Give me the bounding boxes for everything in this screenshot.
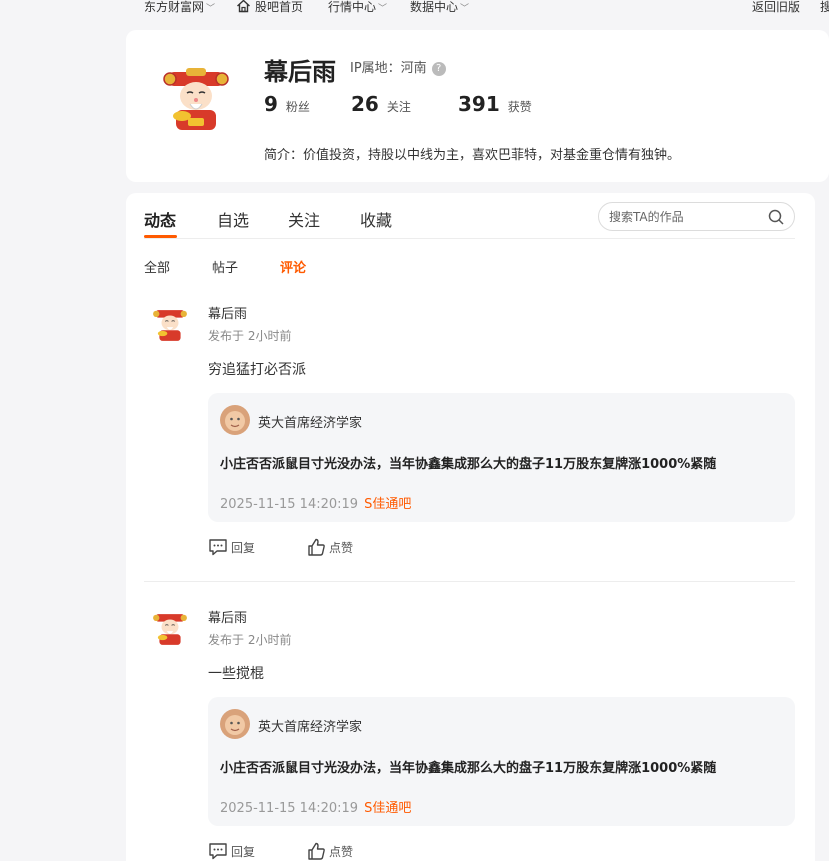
quote-bar-link[interactable]: S佳通吧 [364, 801, 411, 816]
quote-author[interactable]: 英大首席经济学家 [258, 716, 362, 735]
like-button[interactable]: 点赞 [307, 842, 353, 860]
quote-bar-link[interactable]: S佳通吧 [364, 497, 411, 512]
fans-count: 9 [264, 92, 278, 116]
post-text: 一些搅棍 [208, 666, 264, 682]
quoted-post[interactable]: 英大首席经济学家 小庄否否派鼠目寸光没办法，当年协鑫集成那么大的盘子11万股东复… [208, 697, 795, 826]
top-nav: 东方财富网 ﹀ 股吧首页 行情中心 ﹀ 数据中心 ﹀ 返回旧版 搜 [0, 0, 829, 16]
nav-home-link[interactable]: 股吧首页 [236, 0, 303, 15]
feed-card: 动态 自选 关注 收藏 全部 帖子 评论 幕后雨 发布于 2小时前 穷追猛打必否… [126, 193, 815, 861]
nav-market-label: 行情中心 [328, 0, 377, 14]
fans-stat[interactable]: 9 粉丝 [264, 92, 310, 116]
post-text: 穷追猛打必否派 [208, 362, 306, 378]
post-time: 发布于 2小时前 [208, 329, 292, 343]
likes-count: 391 [458, 92, 500, 116]
nav-data-label: 数据中心 [410, 0, 459, 14]
like-label: 点赞 [329, 541, 354, 555]
quote-date: 2025-11-15 14:20:19 [220, 801, 359, 816]
quoted-post[interactable]: 英大首席经济学家 小庄否否派鼠目寸光没办法，当年协鑫集成那么大的盘子11万股东复… [208, 393, 795, 522]
tab-following[interactable]: 关注 [288, 207, 320, 231]
like-button[interactable]: 点赞 [307, 538, 353, 556]
thumbs-up-icon [308, 538, 325, 556]
tabs-divider [144, 238, 795, 239]
avatar[interactable] [152, 611, 188, 647]
subtab-posts[interactable]: 帖子 [212, 257, 238, 276]
chevron-down-icon: ﹀ [460, 4, 470, 14]
home-icon [237, 0, 250, 13]
like-label: 点赞 [329, 845, 354, 859]
post-time: 发布于 2小时前 [208, 633, 292, 647]
nav-site-label: 东方财富网 [144, 0, 205, 14]
reply-label: 回复 [231, 845, 256, 859]
ip-label: IP属地：河南 [350, 61, 427, 76]
profile-bio: 简介：价值投资，持股以中线为主，喜欢巴菲特，对基金重仓情有独钟。 [264, 148, 681, 163]
ip-location: IP属地：河南? [350, 57, 446, 76]
old-version-link[interactable]: 返回旧版 [752, 0, 800, 15]
profile-card: 幕后雨 IP属地：河南? 9 粉丝 26 关注 391 获赞 简介：价值投资，持股以中… [126, 30, 829, 182]
follow-stat[interactable]: 26 关注 [351, 92, 411, 116]
quote-meta: 2025-11-15 14:20:19 S佳通吧 [220, 797, 411, 816]
quote-author[interactable]: 英大首席经济学家 [258, 412, 362, 431]
nav-home-label: 股吧首页 [255, 0, 304, 14]
avatar[interactable] [162, 66, 230, 134]
avatar[interactable] [220, 405, 250, 435]
follow-label: 关注 [386, 100, 411, 114]
quote-text: 小庄否否派鼠目寸光没办法，当年协鑫集成那么大的盘子11万股东复牌涨1000%紧随 [220, 761, 717, 776]
reply-label: 回复 [231, 541, 256, 555]
reply-button[interactable]: 回复 [208, 842, 255, 860]
post-author[interactable]: 幕后雨 [208, 303, 247, 322]
tab-favorites[interactable]: 收藏 [360, 207, 392, 231]
nav-search-cut[interactable]: 搜 [820, 0, 829, 15]
search-input[interactable] [609, 208, 759, 226]
nav-market-menu[interactable]: 行情中心 ﹀ [328, 0, 387, 15]
nav-data-menu[interactable]: 数据中心 ﹀ [410, 0, 469, 15]
quote-date: 2025-11-15 14:20:19 [220, 497, 359, 512]
thumbs-up-icon [308, 842, 325, 860]
avatar[interactable] [152, 307, 188, 343]
fans-label: 粉丝 [285, 100, 310, 114]
profile-name: 幕后雨 [264, 58, 336, 86]
help-icon[interactable]: ? [431, 62, 446, 76]
quote-text: 小庄否否派鼠目寸光没办法，当年协鑫集成那么大的盘子11万股东复牌涨1000%紧随 [220, 457, 717, 472]
search-icon[interactable] [768, 209, 784, 225]
follow-count: 26 [351, 92, 379, 116]
avatar[interactable] [220, 709, 250, 739]
nav-site-menu[interactable]: 东方财富网 ﹀ [144, 0, 215, 15]
chevron-down-icon: ﹀ [378, 4, 388, 14]
search-box [598, 202, 795, 231]
chevron-down-icon: ﹀ [206, 4, 216, 14]
post-author[interactable]: 幕后雨 [208, 607, 247, 626]
subtab-all[interactable]: 全部 [144, 257, 170, 276]
post-divider [144, 581, 795, 582]
tab-dynamic[interactable]: 动态 [144, 207, 176, 231]
quote-meta: 2025-11-15 14:20:19 S佳通吧 [220, 493, 411, 512]
comment-icon [209, 539, 227, 556]
likes-stat: 391 获赞 [458, 92, 532, 116]
comment-icon [209, 843, 227, 860]
tab-watchlist[interactable]: 自选 [217, 207, 249, 231]
likes-label: 获赞 [507, 100, 532, 114]
reply-button[interactable]: 回复 [208, 538, 255, 556]
subtab-comments[interactable]: 评论 [280, 257, 306, 276]
